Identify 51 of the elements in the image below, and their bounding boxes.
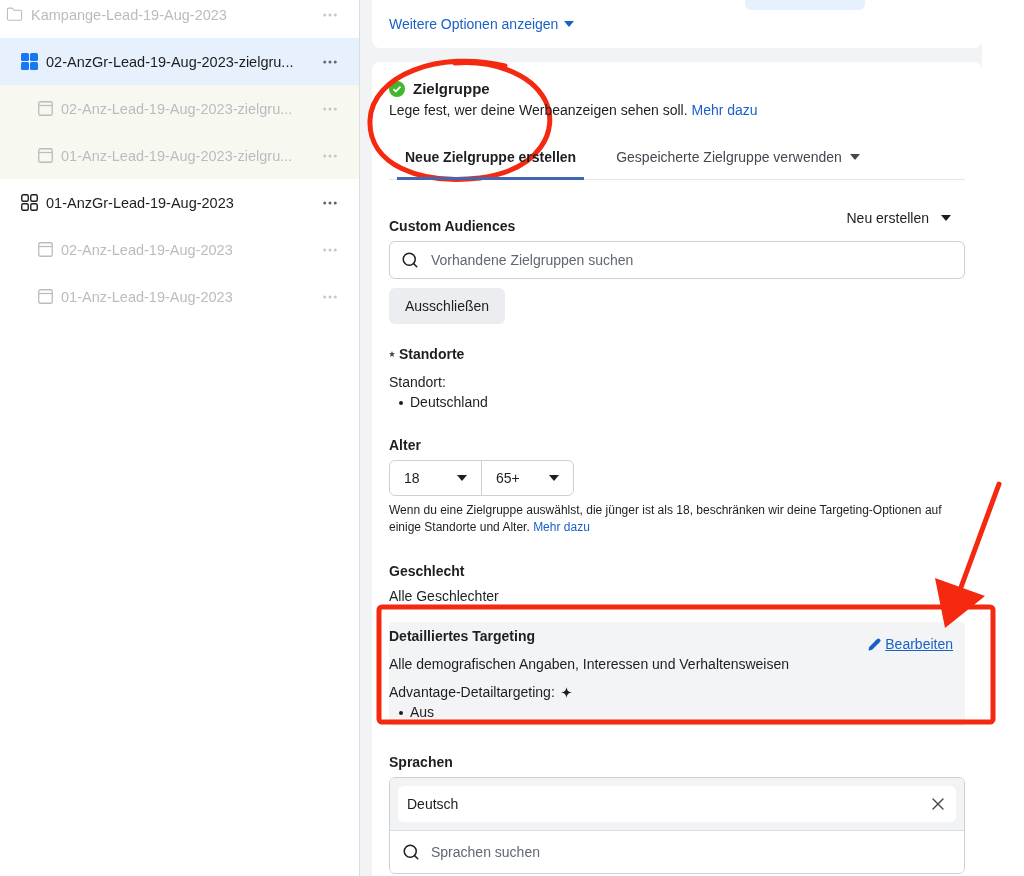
- grid-icon: [21, 53, 38, 70]
- field-label: Alter: [389, 437, 421, 453]
- learn-more-link[interactable]: Mehr dazu: [533, 520, 590, 534]
- search-icon: [401, 251, 419, 269]
- edit-link[interactable]: Bearbeiten: [868, 636, 953, 652]
- caret-icon: [549, 475, 559, 481]
- search-icon: [402, 843, 420, 861]
- search-field[interactable]: Vorhandene Zielgruppen suchen: [389, 241, 965, 279]
- field-label: Custom Audiences: [389, 218, 516, 234]
- age-min-select[interactable]: 18: [389, 460, 482, 496]
- caret-icon: [457, 475, 467, 481]
- tree-item-label: 02-AnzGr-Lead-19-Aug-2023-zielgru...: [46, 53, 295, 70]
- field-label: Standorte: [399, 346, 465, 362]
- field-sublabel: Advantage-Detailtargeting:: [389, 683, 555, 702]
- tab[interactable]: Gespeicherte Zielgruppe verwenden: [608, 139, 868, 180]
- tree-item-label: 02-Anz-Lead-19-Aug-2023-zielgru...: [61, 100, 294, 117]
- field-label: Geschlecht: [389, 563, 465, 579]
- field-label: Sprachen: [389, 754, 453, 770]
- gender-value: Alle Geschlechter: [389, 587, 500, 606]
- grid-icon: [21, 194, 38, 211]
- exclude-button[interactable]: Ausschließen: [389, 288, 506, 324]
- more-options-link[interactable]: Weitere Optionen anzeigen: [389, 16, 575, 32]
- targeting-summary: Alle demografischen Angaben, Interessen und Verhaltensweisen: [389, 655, 791, 674]
- ad-icon: [38, 289, 53, 304]
- ad-icon: [38, 148, 53, 163]
- ad-icon: [38, 101, 53, 116]
- tree-item-label: 01-Anz-Lead-19-Aug-2023: [61, 288, 234, 305]
- field-sublabel: Standort:: [389, 373, 447, 392]
- caret-icon: [564, 21, 575, 27]
- tree-item-label: 01-AnzGr-Lead-19-Aug-2023: [46, 194, 235, 211]
- folder-icon: [6, 6, 23, 23]
- age-max-select[interactable]: 65+: [481, 460, 574, 496]
- section-title: Zielgruppe: [413, 80, 490, 97]
- age-note: Wenn du eine Zielgruppe auswählst, die jünger ist als 18, beschränken wir deine Targeting-Optionen auf einige Standorte und Alter. Mehr dazu: [389, 502, 943, 536]
- language-picker[interactable]: Deutsch Sprachen suchen: [389, 777, 965, 874]
- tree-row[interactable]: 02-AnzGr-Lead-19-Aug-2023-zielgru...: [0, 38, 359, 85]
- field-label: Detailliertes Targeting: [389, 628, 535, 644]
- ad-icon: [38, 242, 53, 257]
- create-new-menu[interactable]: Neu erstellen: [846, 210, 965, 226]
- caret-icon: [941, 215, 951, 221]
- caret-icon: [849, 154, 860, 160]
- language-name: Deutsch: [407, 796, 459, 812]
- tree-item-label: 01-Anz-Lead-19-Aug-2023-zielgru...: [61, 147, 294, 164]
- advantage-value: Aus: [389, 702, 953, 722]
- learn-more-link[interactable]: Mehr dazu: [691, 102, 758, 118]
- location-item: Deutschland: [389, 392, 965, 412]
- sparkle-icon: [560, 686, 572, 698]
- tree-row[interactable]: 01-AnzGr-Lead-19-Aug-2023: [0, 179, 359, 226]
- tree-item-label: 02-Anz-Lead-19-Aug-2023: [61, 241, 234, 258]
- pencil-icon: [868, 637, 882, 651]
- tree-item-label: Kampange-Lead-19-Aug-2023: [31, 6, 228, 23]
